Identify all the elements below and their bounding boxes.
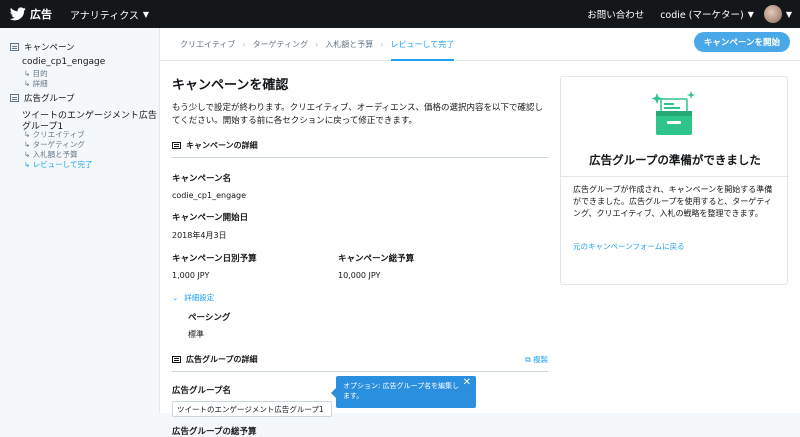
sidebar-item-review[interactable]: ↳ レビューして完了 bbox=[24, 159, 92, 170]
campaign-name-value: codie_cp1_engage bbox=[172, 191, 247, 200]
analytics-menu[interactable]: アナリティクス ▼ bbox=[70, 7, 149, 22]
chevron-right-icon: › bbox=[242, 39, 246, 49]
card-title: 広告グループの準備ができました bbox=[589, 153, 761, 167]
avatar[interactable] bbox=[763, 5, 782, 23]
sidebar-section-adgroup: 広告グループ bbox=[10, 92, 75, 104]
chevron-down-icon: ⌄ bbox=[172, 293, 179, 302]
start-campaign-button[interactable]: キャンペーンを開始 bbox=[693, 32, 790, 52]
budget-row: キャンペーン日別予算 1,000 JPY キャンペーン総予算 10,000 JP… bbox=[172, 252, 548, 280]
contact-link[interactable]: お問い合わせ bbox=[587, 7, 644, 21]
user-menu[interactable]: codie (マーケター) ▼ ▼ bbox=[660, 5, 792, 23]
adgroup-icon bbox=[172, 356, 181, 363]
chevron-down-icon: ▼ bbox=[785, 9, 792, 19]
chevron-down-icon: ▼ bbox=[747, 9, 754, 19]
top-right-nav: お問い合わせ codie (マーケター) ▼ ▼ bbox=[587, 0, 792, 28]
campaign-name-label: キャンペーン名 bbox=[172, 174, 232, 184]
section-title: キャンペーンの詳細 bbox=[186, 141, 258, 150]
total-budget-label: キャンペーン総予算 bbox=[338, 254, 415, 264]
pacing-block: ペーシング 標準 bbox=[188, 311, 548, 340]
brand-label: 広告 bbox=[30, 8, 52, 21]
adgroup-icon bbox=[10, 94, 19, 102]
adgroup-details-heading: 広告グループの詳細 ⧉ 複製 bbox=[172, 354, 548, 372]
daily-budget: キャンペーン日別予算 1,000 JPY bbox=[172, 252, 338, 280]
chevron-down-icon: ▼ bbox=[142, 9, 150, 19]
sidebar-section-campaign: キャンペーン bbox=[10, 41, 75, 53]
adgroup-ready-card: 広告グループの準備ができました 広告グループが作成され、キャンペーンを開始する準… bbox=[560, 76, 789, 285]
total-budget: キャンペーン総予算 10,000 JPY bbox=[338, 252, 504, 280]
daily-budget-label: キャンペーン日別予算 bbox=[172, 254, 257, 264]
advanced-settings-label: 詳細設定 bbox=[184, 293, 215, 302]
tab-bid-budget[interactable]: 入札額と予算 bbox=[325, 28, 373, 61]
total-budget-value: 10,000 JPY bbox=[338, 271, 381, 280]
analytics-label: アナリティクス bbox=[70, 10, 139, 22]
back-to-campaign-link[interactable]: 元のキャンペーンフォームに戻る bbox=[573, 241, 685, 252]
chevron-right-icon: › bbox=[380, 39, 384, 49]
adgroup-total-budget-label: 広告グループの総予算 bbox=[172, 427, 257, 437]
page-description: もう少しで設定が終わります。クリエイティブ、オーディエンス、価格の選択内容を以下… bbox=[172, 103, 543, 126]
twitter-bird-icon bbox=[10, 7, 26, 21]
brand[interactable]: 広告 bbox=[10, 6, 52, 22]
adgroup-ready-illustration-icon bbox=[651, 91, 695, 135]
tooltip-text: オプション: 広告グループ名を編集します。 bbox=[343, 382, 460, 400]
close-icon[interactable]: ✕ bbox=[463, 378, 471, 388]
user-name: codie (マーケター) bbox=[660, 10, 744, 21]
pacing-value: 標準 bbox=[188, 330, 204, 339]
sidebar-item-details[interactable]: ↳ 詳細 bbox=[24, 78, 48, 89]
tab-creative[interactable]: クリエイティブ bbox=[180, 28, 235, 61]
copy-label: 複製 bbox=[533, 355, 548, 364]
campaign-icon bbox=[172, 142, 181, 149]
tab-targeting[interactable]: ターゲティング bbox=[253, 28, 309, 61]
pacing-label: ペーシング bbox=[188, 313, 231, 323]
chevron-right-icon: › bbox=[315, 39, 319, 49]
sidebar-item-campaign-name[interactable]: codie_cp1_engage bbox=[22, 57, 105, 67]
advanced-settings-toggle[interactable]: ⌄ 詳細設定 bbox=[172, 292, 548, 303]
copy-link[interactable]: ⧉ 複製 bbox=[525, 354, 548, 365]
edit-name-tooltip: オプション: 広告グループ名を編集します。 ✕ bbox=[331, 376, 476, 408]
divider bbox=[561, 176, 789, 177]
start-date-value: 2018年4月3日 bbox=[172, 231, 227, 240]
start-date-label: キャンペーン開始日 bbox=[172, 213, 249, 223]
adgroup-name-input[interactable]: ツイートのエンゲージメント広告グループ1 bbox=[172, 401, 332, 417]
tab-review[interactable]: レビューして完了 bbox=[390, 28, 454, 61]
section-title: 広告グループの詳細 bbox=[186, 355, 258, 364]
top-bar: 広告 アナリティクス ▼ お問い合わせ codie (マーケター) ▼ ▼ bbox=[0, 0, 800, 28]
campaign-icon bbox=[10, 43, 19, 51]
main-content: クリエイティブ › ターゲティング › 入札額と予算 › レビューして完了 キャ… bbox=[160, 28, 800, 437]
sidebar-section-label: 広告グループ bbox=[24, 94, 75, 104]
sidebar: キャンペーン codie_cp1_engage ↳ 目的 ↳ 詳細 広告グループ… bbox=[0, 28, 160, 413]
page-title: キャンペーンを確認 bbox=[172, 78, 289, 93]
campaign-details-heading: キャンペーンの詳細 bbox=[172, 140, 548, 158]
card-description: 広告グループが作成され、キャンペーンを開始する準備ができました。広告グループを使… bbox=[573, 185, 773, 218]
sidebar-section-label: キャンペーン bbox=[24, 43, 75, 53]
daily-budget-value: 1,000 JPY bbox=[172, 271, 210, 280]
copy-icon: ⧉ bbox=[525, 355, 531, 364]
